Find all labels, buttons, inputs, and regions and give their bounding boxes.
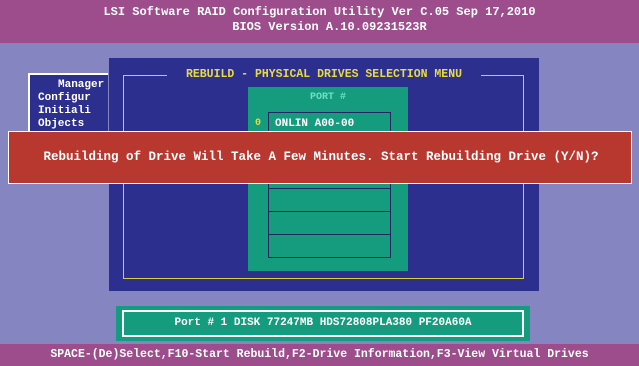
port-slot-3[interactable] [268,188,391,212]
bios-version: BIOS Version A.10.09231523R [232,20,427,34]
background-main-menu: Manager Configur Initiali Objects [28,73,108,133]
port-slot-5[interactable] [268,234,391,258]
drive-info: Port # 1 DISK 77247MB HDS72808PLA380 PF2… [122,310,524,337]
menu-item-configure[interactable]: Configur [38,92,108,105]
port-slot-4[interactable] [268,211,391,235]
confirm-rebuild-dialog[interactable]: Rebuilding of Drive Will Take A Few Minu… [8,131,632,184]
title-bar: LSI Software RAID Configuration Utility … [0,0,639,43]
rebuild-menu-title: REBUILD - PHYSICAL DRIVES SELECTION MENU [185,68,463,81]
utility-title: LSI Software RAID Configuration Utility … [103,5,536,19]
key-help-bar: SPACE-(De)Select,F10-Start Rebuild,F2-Dr… [0,344,639,366]
menu-item-management[interactable]: Manager [38,79,108,92]
menu-item-objects[interactable]: Objects [38,118,108,131]
drive-status-box: Port # 1 DISK 77247MB HDS72808PLA380 PF2… [116,306,530,341]
menu-item-initialize[interactable]: Initiali [38,105,108,118]
port-index: 0 [255,118,262,129]
dialog-message: Rebuilding of Drive Will Take A Few Minu… [43,150,599,164]
port-header: PORT # [309,92,346,103]
